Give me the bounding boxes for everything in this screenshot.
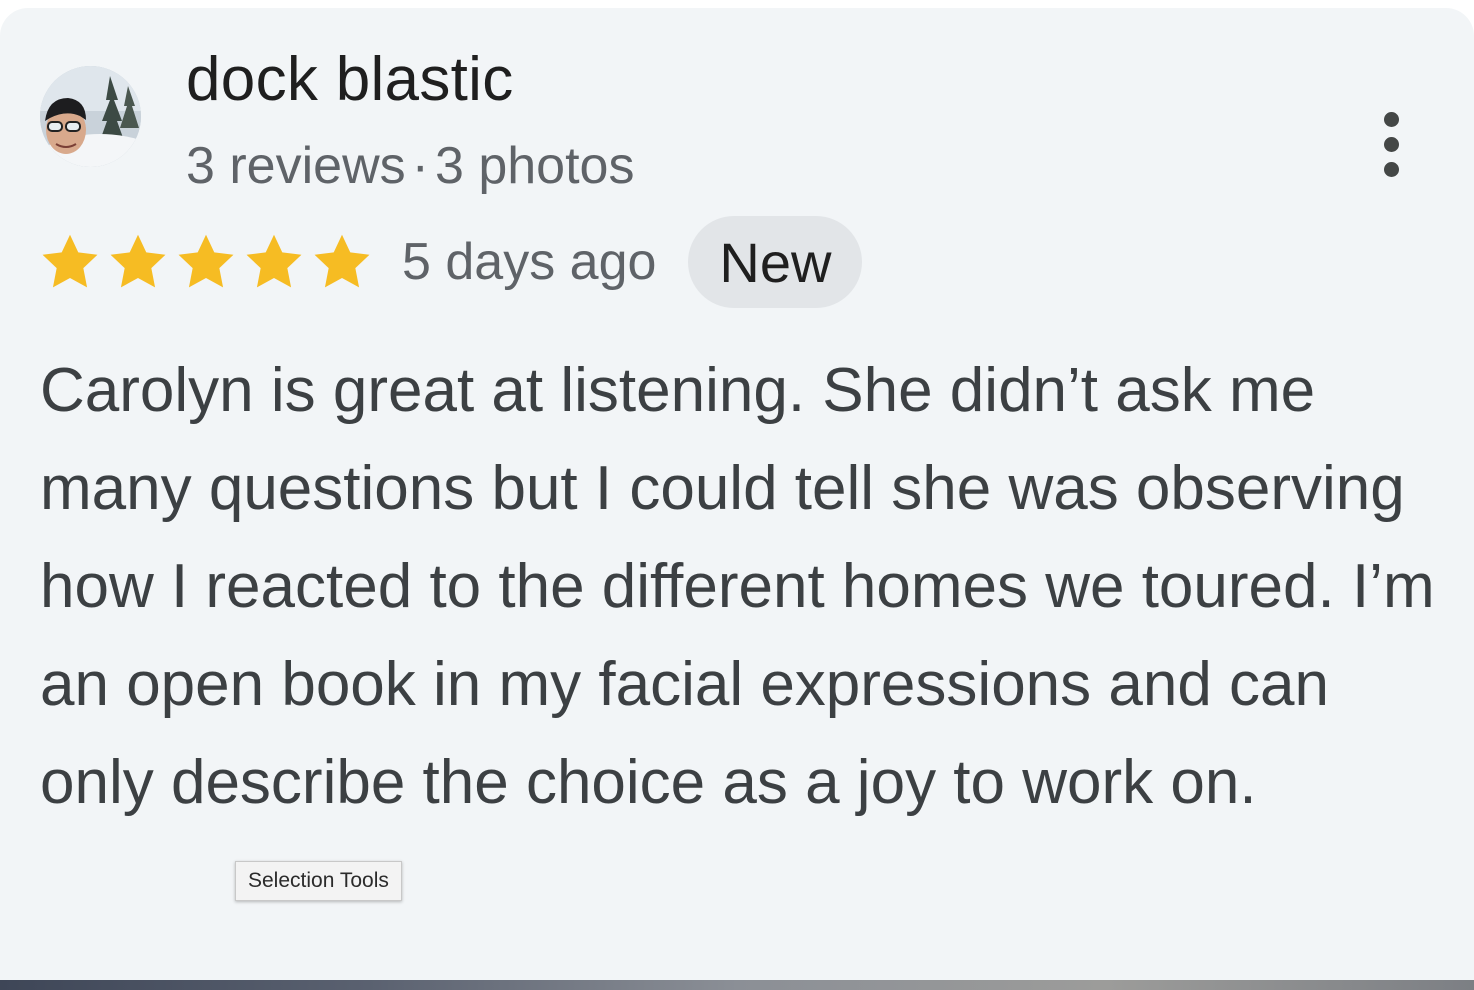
review-count: 3 reviews: [186, 137, 406, 195]
star-icon: [174, 230, 238, 294]
review-date: 5 days ago: [402, 233, 657, 291]
review-photo-strip[interactable]: [0, 980, 1474, 990]
more-vert-icon-dot: [1383, 111, 1399, 127]
reviewer-avatar[interactable]: [40, 66, 141, 167]
reviewer-stats: 3 reviews · 3 photos: [186, 136, 634, 196]
reviewer-name[interactable]: dock blastic: [186, 44, 514, 116]
more-vert-icon-dot: [1383, 161, 1399, 177]
more-options-button[interactable]: [1362, 104, 1420, 184]
star-icon: [106, 230, 170, 294]
more-vert-icon-dot: [1383, 136, 1399, 152]
new-badge: New: [688, 216, 863, 308]
selection-tools-tooltip: Selection Tools: [235, 861, 402, 901]
rating-row: 5 days ago New: [38, 216, 863, 308]
star-rating: [38, 230, 374, 294]
avatar-photo-icon: [40, 66, 141, 167]
star-icon: [242, 230, 306, 294]
review-text: Carolyn is great at listening. She didn’…: [40, 356, 1435, 817]
star-icon: [38, 230, 102, 294]
meta-separator: ·: [411, 137, 429, 195]
review-card: dock blastic 3 reviews · 3 photos 5 days a…: [0, 8, 1474, 980]
photo-count: 3 photos: [434, 137, 635, 195]
star-icon: [310, 230, 374, 294]
